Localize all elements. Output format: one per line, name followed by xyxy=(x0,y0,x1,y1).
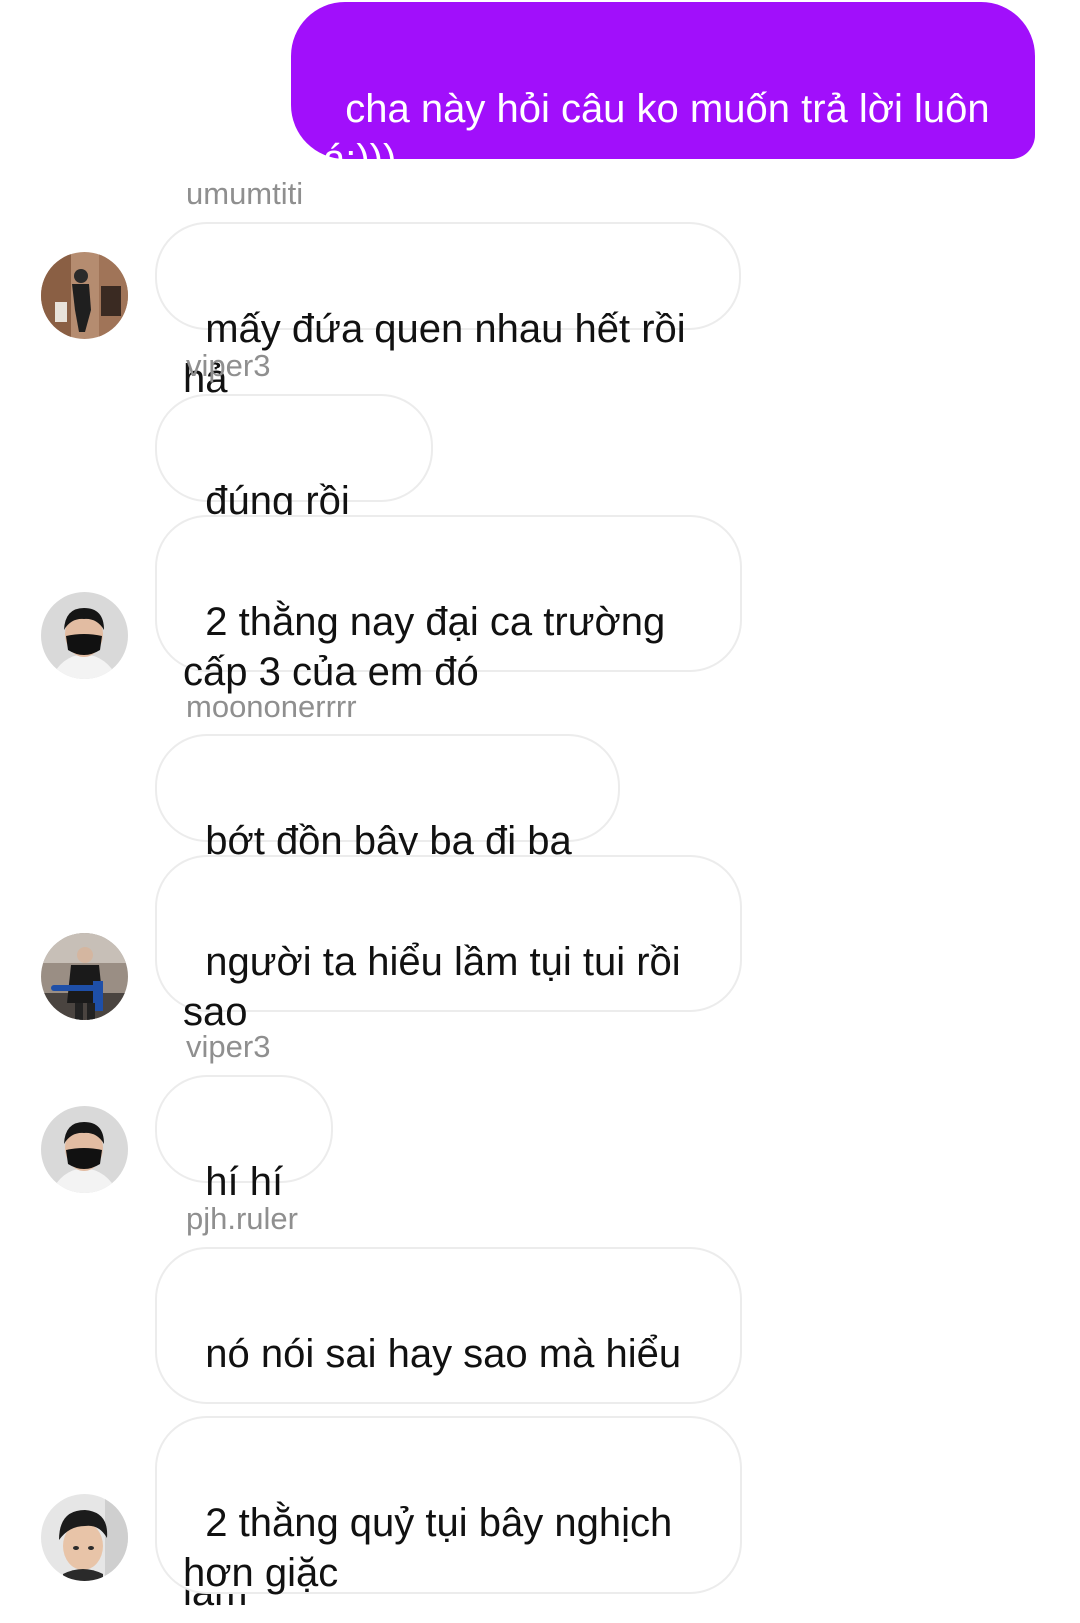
sender-username: pjh.ruler xyxy=(186,1201,298,1236)
message-text: hí hí xyxy=(205,1160,284,1204)
incoming-message-bubble[interactable]: hí hí xyxy=(155,1075,333,1350)
message-text: 2 thằng quỷ tụi bây nghịch hơn giặc xyxy=(183,1501,684,1595)
incoming-message-bubble[interactable]: 2 thằng nay đại ca trường cấp 3 của em đ… xyxy=(155,515,742,694)
sender-username: umumtiti xyxy=(186,176,304,211)
incoming-message-bubble[interactable]: 2 thằng quỷ tụi bây nghịch hơn giặc xyxy=(155,1416,742,1595)
incoming-message-bubble[interactable]: mấy đứa quen nhau hết rồi hả xyxy=(155,222,741,401)
sender-username: viper3 xyxy=(186,348,271,383)
message-text: cha này hỏi câu ko muốn trả lời luôn á:)… xyxy=(323,87,1001,181)
avatar-viper3[interactable] xyxy=(41,1106,128,1193)
incoming-message-bubble[interactable]: nó nói sai hay sao mà hiểu lầm xyxy=(155,1247,742,1614)
sender-username: viper3 xyxy=(186,1029,271,1064)
message-text: người ta hiểu lầm tụi tui rồi sao xyxy=(183,940,692,1034)
avatar-pjh-ruler[interactable] xyxy=(41,1494,128,1581)
incoming-message-bubble[interactable]: người ta hiểu lầm tụi tui rồi sao xyxy=(155,855,742,1034)
message-text: 2 thằng nay đại ca trường cấp 3 của em đ… xyxy=(183,600,677,694)
outgoing-message-bubble[interactable]: cha này hỏi câu ko muốn trả lời luôn á:)… xyxy=(291,2,1035,181)
sender-username: moononerrrr xyxy=(186,689,357,724)
avatar-moononerrrr[interactable] xyxy=(41,933,128,1020)
avatar-umumtiti[interactable] xyxy=(41,252,128,339)
incoming-message-bubble[interactable]: đúng rồi anh xyxy=(155,394,433,573)
incoming-message-bubble[interactable]: bớt đồn bậy bạ đi ba xyxy=(155,734,620,1009)
avatar-viper3[interactable] xyxy=(41,592,128,679)
